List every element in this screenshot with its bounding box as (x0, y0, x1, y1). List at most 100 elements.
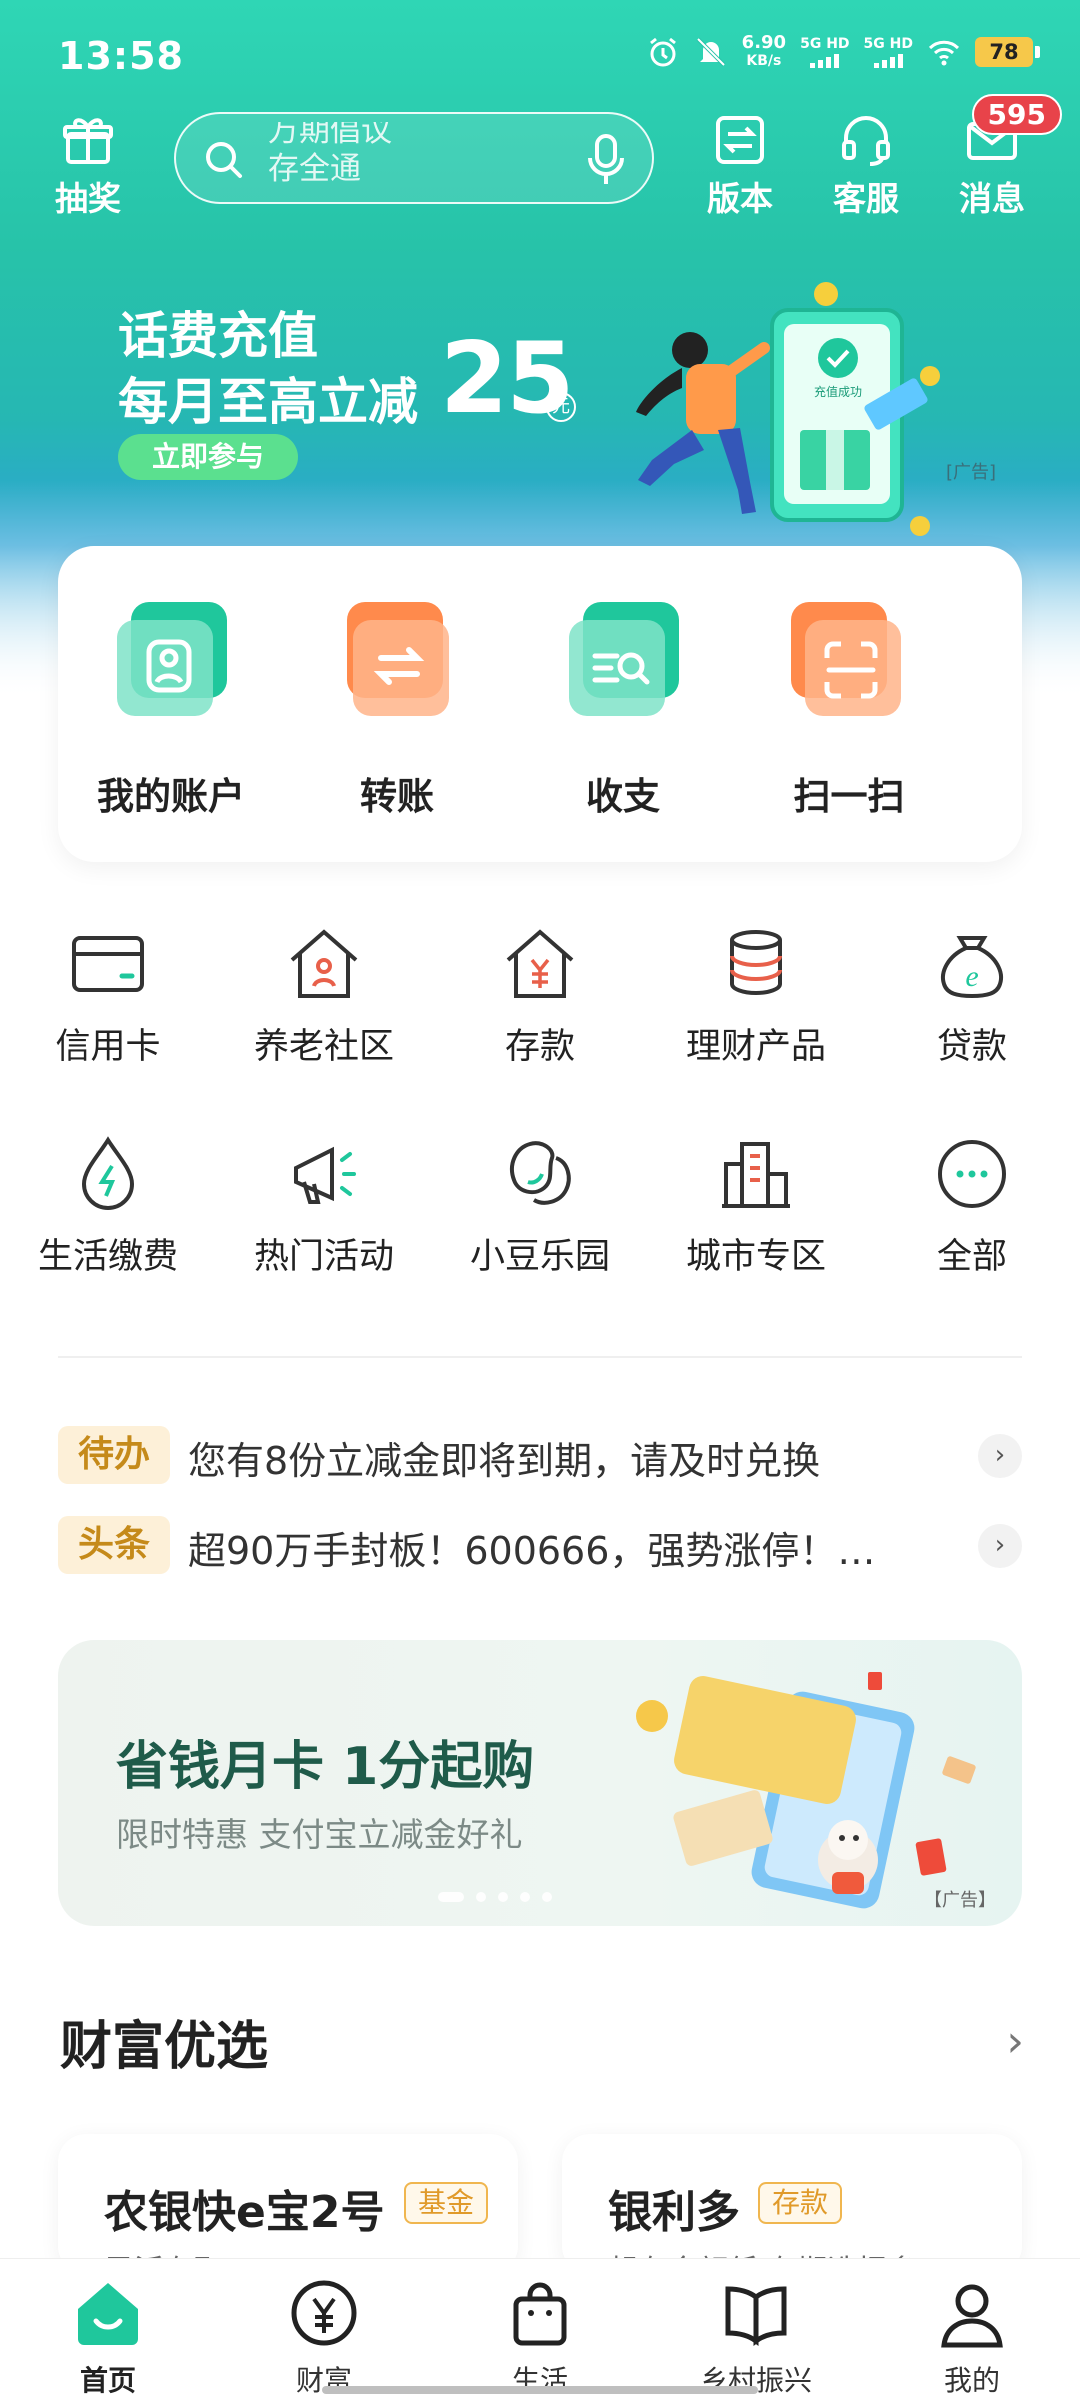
nav-profile[interactable]: 我的 (864, 2277, 1080, 2399)
lottery-label: 抽奖 (55, 179, 121, 218)
menu-label: 全部 (936, 1237, 1007, 1277)
quick-action-transfer[interactable]: 转账 (284, 602, 510, 820)
quick-action-scan[interactable]: 扫一扫 (736, 602, 962, 820)
banner-title: 话费充值 (118, 307, 318, 365)
mute-bell-icon (696, 37, 726, 67)
notice-headline[interactable]: 头条 超90万手封板！600666，强势涨停！… › (58, 1512, 1022, 1578)
menu-label: 理财产品 (685, 1027, 826, 1067)
banner-illustration[interactable]: 充值成功 (630, 280, 970, 540)
promo-banner[interactable]: 省钱月卡 1分起购 限时特惠 支付宝立减金好礼 【广告】 (58, 1640, 1022, 1926)
nav-label: 首页 (79, 2364, 136, 2397)
menu-label: 城市专区 (685, 1237, 826, 1277)
chevron-right-icon[interactable]: › (978, 1434, 1022, 1478)
nav-life[interactable]: 生活 (432, 2277, 648, 2399)
battery-indicator: 78 (975, 37, 1040, 67)
income-expense-icon (569, 602, 679, 716)
nav-label: 我的 (943, 2364, 1000, 2397)
elderly-community-icon (290, 929, 358, 998)
quick-action-label: 扫一扫 (793, 775, 905, 818)
headset-icon (842, 116, 890, 166)
wifi-icon (928, 40, 960, 66)
customer-service-button[interactable]: 客服 (826, 112, 906, 220)
menu-label: 小豆乐园 (469, 1237, 610, 1277)
menu-loan[interactable]: e 贷款 (864, 924, 1080, 1069)
version-switch-icon (716, 116, 764, 164)
bottom-navigation: 首页 财富 生活 乡村振兴 我的 (0, 2258, 1080, 2400)
quick-action-my-account[interactable]: 我的账户 (58, 602, 284, 820)
notice-tag: 待办 (58, 1426, 170, 1484)
status-icons: 6.90 KB/s 5G HD 5G HD 78 (646, 34, 1040, 70)
quick-action-label: 收支 (586, 775, 660, 818)
menu-label: 存款 (504, 1027, 575, 1067)
menu-credit-card[interactable]: 信用卡 (0, 924, 216, 1069)
version-button[interactable]: 版本 (700, 112, 780, 220)
chevron-right-icon[interactable]: › (1006, 2016, 1024, 2067)
wealth-products-icon (730, 930, 782, 996)
menu-label: 生活缴费 (37, 1237, 178, 1277)
credit-card-icon (72, 936, 144, 992)
version-label: 版本 (707, 179, 773, 218)
quick-action-label: 转账 (360, 775, 434, 818)
shopping-bag-icon (513, 2282, 567, 2346)
bean-park-icon (510, 1141, 571, 1205)
book-icon (725, 2286, 787, 2346)
deposit-icon (506, 929, 574, 998)
status-time: 13:58 (58, 34, 184, 78)
notice-todo[interactable]: 待办 您有8份立减金即将到期，请及时兑换 › (58, 1422, 1022, 1488)
chevron-right-icon[interactable]: › (978, 1524, 1022, 1568)
wealth-icon (291, 2280, 357, 2346)
menu-label: 贷款 (936, 1027, 1007, 1067)
svg-text:e: e (965, 960, 978, 993)
menu-wealth-products[interactable]: 理财产品 (648, 924, 864, 1069)
more-icon (938, 1140, 1006, 1208)
city-zone-icon (722, 1142, 790, 1208)
alarm-icon (649, 37, 676, 67)
notice-text: 超90万手封板！600666，强势涨停！… (188, 1529, 876, 1573)
quick-action-label: 我的账户 (97, 775, 245, 818)
menu-bean-park[interactable]: 小豆乐园 (432, 1134, 648, 1279)
search-bar[interactable]: 万期倡议 存全通 (174, 112, 654, 204)
nav-wealth[interactable]: 财富 (216, 2277, 432, 2399)
menu-deposit[interactable]: 存款 (432, 924, 648, 1069)
microphone-icon[interactable] (586, 132, 626, 188)
wealth-card-deposit[interactable]: 银利多 存款 起存金额低 存期选择多 (562, 2134, 1022, 2274)
wealth-section-title: 财富优选 (60, 2017, 269, 2077)
status-bar: 13:58 6.90 KB/s 5G HD 5G HD 78 (0, 0, 1080, 110)
network-speed: 6.90 KB/s (741, 32, 787, 70)
menu-city-zone[interactable]: 城市专区 (648, 1134, 864, 1279)
lottery-button[interactable]: 抽奖 (44, 112, 132, 220)
gift-icon (63, 118, 113, 164)
nav-rural-revitalization[interactable]: 乡村振兴 (648, 2277, 864, 2399)
service-label: 客服 (833, 179, 899, 218)
menu-elderly-community[interactable]: 养老社区 (216, 924, 432, 1069)
hot-activity-icon (294, 1146, 356, 1204)
search-placeholder-rotator: 万期倡议 存全通 (268, 122, 392, 187)
promo-ad-tag: 【广告】 (924, 1890, 996, 1911)
signal-sim2: 5G HD (864, 37, 913, 68)
banner-cta-button[interactable]: 立即参与 (118, 434, 298, 480)
promo-title: 省钱月卡 1分起购 (116, 1737, 535, 1797)
banner-unit: 元 (546, 392, 576, 422)
quick-action-income-expense[interactable]: 收支 (510, 602, 736, 820)
section-divider (58, 1356, 1022, 1358)
wealth-card-fund[interactable]: 农银快e宝2号 基金 灵活存取 (58, 2134, 518, 2274)
menu-label: 热门活动 (253, 1237, 394, 1277)
banner-ad-tag: [广告] (946, 462, 997, 483)
menu-label: 信用卡 (55, 1027, 161, 1067)
gesture-home-bar[interactable] (322, 2386, 758, 2394)
signal-sim1: 5G HD (800, 37, 850, 68)
messages-label: 消息 (959, 179, 1025, 218)
menu-utility-payment[interactable]: 生活缴费 (0, 1134, 216, 1279)
notice-tag: 头条 (58, 1516, 170, 1574)
nav-home[interactable]: 首页 (0, 2277, 216, 2399)
search-icon (206, 142, 242, 178)
transfer-icon (347, 602, 449, 716)
wealth-card-badge: 基金 (404, 2182, 489, 2224)
menu-all[interactable]: 全部 (864, 1134, 1080, 1279)
wealth-card-badge: 存款 (758, 2182, 843, 2224)
promo-illustration (636, 1672, 976, 1909)
menu-label: 养老社区 (253, 1027, 394, 1067)
menu-hot-activity[interactable]: 热门活动 (216, 1134, 432, 1279)
loan-icon: e (941, 936, 1003, 999)
scan-icon (791, 602, 901, 716)
